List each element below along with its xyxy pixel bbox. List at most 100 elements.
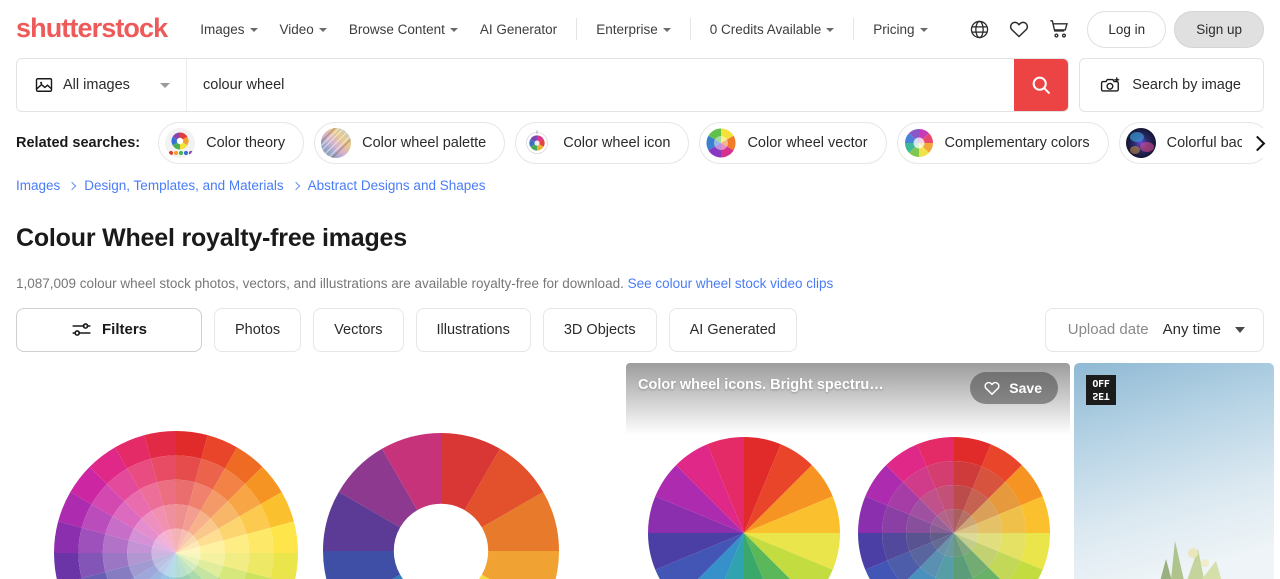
offset-bottom-text: SET [1092,389,1110,401]
nav-item-images[interactable]: Images [189,16,268,43]
chevron-right-icon [68,181,77,190]
result-card-1[interactable] [16,362,312,579]
camera-plus-icon [1101,77,1120,92]
nav-item-browse-content[interactable]: Browse Content [338,16,469,43]
nav-label: Images [200,21,245,37]
nav-item-enterprise[interactable]: Enterprise [585,16,682,43]
nav-divider [689,18,691,40]
result-title: Color wheel icons. Bright spectru… [638,376,884,393]
related-chip-complementary-colors[interactable]: Complementary colors [896,122,1109,164]
related-chip-label: Color wheel icon [563,135,671,151]
search-by-image-button[interactable]: Search by image [1079,58,1264,112]
breadcrumb-item-design-templates[interactable]: Design, Templates, and Materials [84,178,283,193]
nav-label: Enterprise [596,21,658,37]
nav-item-credits[interactable]: 0 Credits Available [699,16,846,43]
chevron-down-icon [1235,326,1245,333]
chevron-down-icon [449,28,458,32]
nav-label: AI Generator [479,21,558,37]
breadcrumb: Images Design, Templates, and Materials … [0,170,1280,193]
nav-divider [853,18,855,40]
shutterstock-logo[interactable]: shutterstock [16,12,168,44]
breadcrumb-item-images[interactable]: Images [16,178,60,193]
save-label: Save [1009,379,1042,396]
colorful-background-thumb-icon [1125,128,1156,158]
primary-nav: Images Video Browse Content AI Generator… [189,16,938,43]
site-header: shutterstock Images Video Browse Content… [0,0,1280,58]
related-chip-color-theory[interactable]: Color theory [158,122,305,164]
search-category-select[interactable]: All images [17,59,187,111]
result-thumbnail [16,362,312,579]
filter-chip-illustrations[interactable]: Illustrations [415,307,531,352]
search-category-label: All images [63,77,130,93]
chevron-down-icon [662,28,671,32]
chevron-down-icon [826,28,835,32]
upload-date-value: Any time [1162,321,1221,338]
result-count-text: 1,087,009 colour wheel stock photos, vec… [16,275,624,291]
filters-button[interactable]: Filters [16,307,202,352]
color-wheel-12-segment-donut-image [316,362,622,579]
search-icon [1032,76,1051,94]
filter-chip-vectors[interactable]: Vectors [313,307,404,352]
offset-top-text: OFF [1092,378,1110,390]
upload-date-label: Upload date [1067,321,1149,338]
filter-bar: Filters Photos Vectors Illustrations 3D … [0,291,1280,352]
color-wheel-24-segment-rings-image [16,362,312,579]
search-box: All images [16,58,1070,112]
related-chip-color-wheel-vector[interactable]: Color wheel vector [699,122,887,164]
signup-button[interactable]: Sign up [1174,10,1264,48]
color-wheel-vector-thumb-icon [706,128,737,158]
result-card-2[interactable] [316,362,622,579]
search-submit-button[interactable] [1014,59,1069,111]
nav-label: Pricing [873,21,915,37]
related-searches-label: Related searches: [16,135,141,151]
related-searches-next-button[interactable] [1242,128,1272,158]
related-searches-row: Related searches: Color theory Color whe… [0,112,1280,170]
nav-item-video[interactable]: Video [269,16,338,43]
related-chip-label: Color wheel palette [362,135,487,151]
result-hover-overlay: Color wheel icons. Bright spectru… Save [626,362,1070,435]
filter-chip-photos[interactable]: Photos [214,307,302,352]
search-by-image-label: Search by image [1132,77,1241,93]
globe-icon[interactable] [959,9,999,49]
nav-label: Browse Content [348,21,445,37]
nav-item-ai-generator[interactable]: AI Generator [469,16,568,43]
cart-icon[interactable] [1039,9,1079,49]
related-chip-color-wheel-icon[interactable]: Color wheel icon [515,122,690,164]
heart-icon [984,381,1000,395]
color-wheel-icon-thumb-icon [522,128,553,158]
chevron-right-icon [291,181,300,190]
result-card-4[interactable]: OFF SET [1074,362,1274,579]
chevron-down-icon [249,28,258,32]
heart-icon[interactable] [999,9,1039,49]
related-chip-label: Complementary colors [944,135,1090,151]
filter-chip-3d-objects[interactable]: 3D Objects [542,307,657,352]
chevron-down-icon [318,28,327,32]
search-row: All images Search by image [0,58,1280,112]
complementary-colors-thumb-icon [903,128,934,158]
page-title: Colour Wheel royalty-free images [16,223,407,252]
result-thumbnail [316,362,622,579]
chevron-down-icon [919,28,928,32]
save-button[interactable]: Save [970,371,1058,404]
color-wheel-palette-thumb-icon [321,128,352,158]
related-chip-label: Color theory [206,135,286,151]
related-chip-label: Colorful back [1166,135,1252,151]
related-chip-color-wheel-palette[interactable]: Color wheel palette [314,122,506,164]
header-actions: Log in Sign up [959,9,1264,49]
logo-text: shutterstock [16,12,168,43]
nav-label: 0 Credits Available [709,21,822,37]
related-chip-label: Color wheel vector [747,135,868,151]
nav-divider [576,18,578,40]
breadcrumb-item-abstract-designs[interactable]: Abstract Designs and Shapes [308,178,486,193]
offset-watermark-logo: OFF SET [1086,374,1116,405]
sliders-icon [72,323,91,336]
video-clips-link[interactable]: See colour wheel stock video clips [628,276,834,291]
upload-date-dropdown[interactable]: Upload date Any time [1044,307,1264,352]
nav-item-pricing[interactable]: Pricing [862,16,938,43]
search-input[interactable] [187,59,1015,111]
page-subtitle: 1,087,009 colour wheel stock photos, vec… [0,270,1280,291]
result-card-3[interactable]: Color wheel icons. Bright spectru… Save [626,362,1070,579]
image-icon [35,78,53,92]
login-button[interactable]: Log in [1087,10,1167,48]
filter-chip-ai-generated[interactable]: AI Generated [668,307,797,352]
